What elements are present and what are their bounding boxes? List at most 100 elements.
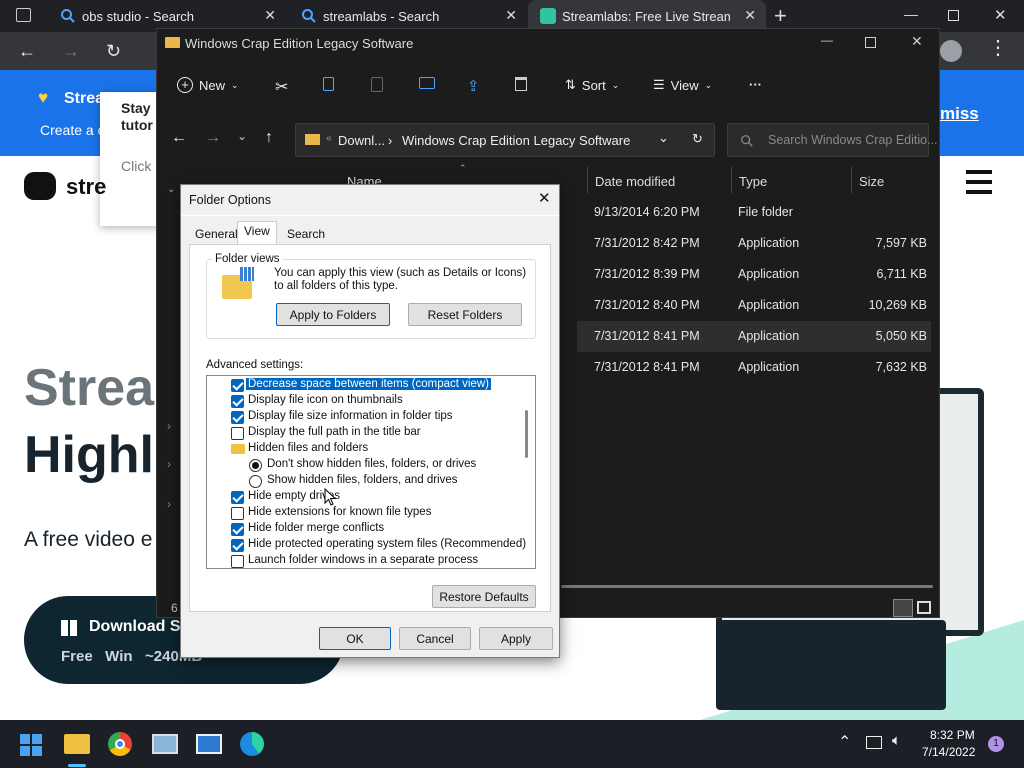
setting-checkbox[interactable] — [231, 539, 244, 552]
nav-pane-chevron-icon[interactable]: › — [167, 419, 171, 433]
reload-icon[interactable]: ↻ — [106, 41, 121, 61]
column-header-type[interactable]: Type — [739, 174, 767, 189]
notification-badge[interactable]: 1 — [988, 736, 1004, 752]
setting-checkbox[interactable] — [231, 507, 244, 520]
close-window-icon[interactable]: ✕ — [911, 33, 923, 50]
setting-label[interactable]: Launch folder windows in a separate proc… — [248, 554, 478, 566]
recent-locations-icon[interactable]: ⌄ — [237, 129, 247, 143]
setting-checkbox[interactable] — [231, 555, 244, 568]
setting-radio[interactable] — [249, 475, 262, 488]
start-windows-icon[interactable] — [20, 734, 42, 756]
cancel-button[interactable]: Cancel — [399, 627, 471, 650]
column-header-size[interactable]: Size — [859, 174, 884, 189]
remote-desktop-icon[interactable] — [196, 734, 222, 754]
chrome-icon[interactable] — [108, 732, 132, 756]
forward-icon[interactable]: → — [205, 129, 221, 147]
back-icon[interactable]: ← — [171, 129, 187, 147]
more-options-button[interactable]: ··· — [749, 77, 762, 92]
file-row[interactable]: 7/31/2012 8:41 PM Application 5,050 KB — [577, 321, 931, 352]
nav-pane-chevron-icon[interactable]: ⌄ — [167, 184, 175, 195]
setting-checkbox[interactable] — [231, 427, 244, 440]
network-icon[interactable] — [866, 736, 882, 749]
setting-checkbox[interactable] — [231, 395, 244, 408]
share-button[interactable]: ⇪ — [467, 77, 480, 95]
nav-pane-chevron-icon[interactable]: › — [167, 457, 171, 471]
up-icon[interactable]: ↑ — [265, 129, 273, 147]
setting-label[interactable]: Show hidden files, folders, and drives — [267, 474, 458, 486]
address-bar[interactable]: « Downl... › Windows Crap Edition Legacy… — [295, 123, 715, 157]
file-explorer-icon[interactable] — [64, 734, 90, 754]
column-header-date[interactable]: Date modified — [595, 174, 675, 189]
apply-button[interactable]: Apply — [479, 627, 553, 650]
minimize-icon[interactable]: — — [821, 33, 833, 47]
close-icon[interactable]: ✕ — [264, 7, 276, 24]
file-row[interactable]: 7/31/2012 8:39 PM Application 6,711 KB — [577, 259, 931, 290]
menu-icon[interactable]: ⋮ — [988, 38, 1008, 58]
tab-general[interactable]: General — [189, 225, 244, 245]
clock-time[interactable]: 8:32 PM — [930, 728, 975, 742]
ok-button[interactable]: OK — [319, 627, 391, 650]
clock-date[interactable]: 7/14/2022 — [922, 745, 975, 759]
refresh-icon[interactable]: ↻ — [692, 131, 703, 147]
chevron-up-icon[interactable]: ⌃ — [838, 732, 851, 752]
setting-checkbox[interactable] — [231, 379, 244, 392]
edge-icon[interactable] — [240, 732, 264, 756]
paste-button[interactable] — [371, 77, 383, 92]
copy-button[interactable] — [323, 77, 334, 91]
dismiss-link[interactable]: miss — [940, 104, 979, 124]
close-icon[interactable]: ✕ — [505, 7, 517, 24]
hamburger-menu-icon[interactable] — [966, 170, 992, 194]
nav-pane-chevron-icon[interactable]: › — [167, 497, 171, 511]
back-icon[interactable]: ← — [18, 41, 36, 61]
breadcrumb-current[interactable]: Windows Crap Edition Legacy Software — [402, 133, 630, 148]
new-tab-icon[interactable]: + — [774, 3, 787, 29]
photos-icon[interactable] — [152, 734, 178, 754]
setting-label[interactable]: Hide extensions for known file types — [248, 506, 431, 518]
rename-button[interactable] — [419, 77, 435, 89]
close-window-icon[interactable]: ✕ — [994, 6, 1007, 24]
details-view-icon[interactable] — [893, 599, 913, 617]
close-icon[interactable]: ✕ — [744, 7, 756, 24]
setting-label[interactable]: Hide folder merge conflicts — [248, 522, 384, 534]
chevron-down-icon[interactable]: ⌄ — [658, 130, 669, 146]
new-button[interactable]: + New ⌄ — [177, 77, 239, 93]
large-icons-view-icon[interactable] — [917, 601, 931, 614]
minimize-icon[interactable]: — — [904, 6, 918, 22]
delete-button[interactable] — [515, 77, 527, 91]
file-row[interactable]: 7/31/2012 8:41 PM Application 7,632 KB — [577, 352, 931, 383]
volume-icon[interactable]: 🔈︎ — [892, 732, 901, 749]
apply-to-folders-button[interactable]: Apply to Folders — [276, 303, 390, 326]
setting-label[interactable]: Don't show hidden files, folders, or dri… — [267, 458, 476, 470]
setting-label[interactable]: Display the full path in the title bar — [248, 426, 421, 438]
list-scrollbar-thumb[interactable] — [525, 410, 528, 458]
tab-search[interactable]: Search — [281, 225, 331, 245]
setting-label[interactable]: Hide protected operating system files (R… — [248, 538, 526, 550]
profile-avatar[interactable] — [940, 40, 962, 62]
file-row[interactable]: 7/31/2012 8:40 PM Application 10,269 KB — [577, 290, 931, 321]
setting-label[interactable]: Display file icon on thumbnails — [248, 394, 403, 406]
file-row[interactable]: 9/13/2014 6:20 PM File folder — [577, 197, 931, 228]
reset-folders-button[interactable]: Reset Folders — [408, 303, 522, 326]
banner-title: Strea — [64, 90, 105, 107]
setting-checkbox[interactable] — [231, 491, 244, 504]
restore-defaults-button[interactable]: Restore Defaults — [432, 585, 536, 608]
close-dialog-icon[interactable]: ✕ — [538, 189, 551, 207]
setting-checkbox[interactable] — [231, 411, 244, 424]
file-row[interactable]: 7/31/2012 8:42 PM Application 7,597 KB — [577, 228, 931, 259]
setting-label[interactable]: Decrease space between items (compact vi… — [246, 378, 491, 390]
restore-icon[interactable] — [948, 10, 959, 21]
horizontal-scrollbar[interactable] — [561, 585, 933, 588]
tab-view[interactable]: View — [237, 221, 277, 245]
forward-icon[interactable]: → — [62, 41, 80, 61]
setting-label[interactable]: Display file size information in folder … — [248, 410, 453, 422]
setting-radio[interactable] — [249, 459, 262, 472]
setting-label[interactable]: Hidden files and folders — [248, 442, 368, 454]
sort-button[interactable]: ⇅ Sort ⌄ — [565, 77, 619, 93]
view-button[interactable]: ☰ View ⌄ — [653, 77, 712, 93]
setting-checkbox[interactable] — [231, 523, 244, 536]
tab-actions-icon[interactable] — [16, 8, 31, 22]
maximize-icon[interactable] — [865, 37, 876, 48]
cut-button[interactable]: ✂ — [275, 77, 288, 97]
search-box[interactable]: Search Windows Crap Editio... — [727, 123, 938, 157]
breadcrumb-parent[interactable]: Downl... — [338, 133, 385, 148]
